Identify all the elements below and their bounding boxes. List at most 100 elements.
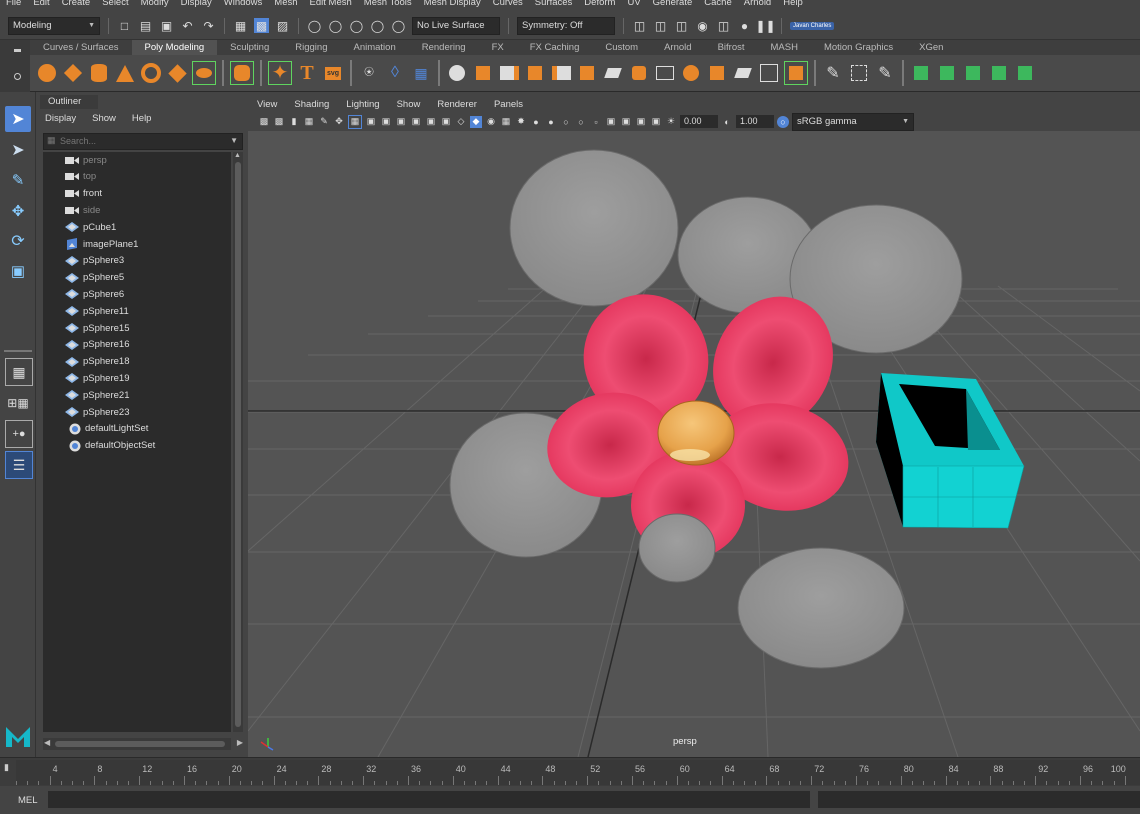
select-tool-icon[interactable]: ➤	[5, 106, 31, 132]
xray-icon[interactable]: ▣	[620, 116, 632, 128]
pause-icon[interactable]: ❚❚	[755, 18, 775, 33]
shelf-tab-arnold[interactable]: Arnold	[651, 40, 704, 55]
sphere-disc-front-right[interactable]	[737, 547, 905, 669]
menu-windows[interactable]: Windows	[218, 0, 269, 8]
bevel-icon[interactable]	[524, 62, 546, 84]
outliner-menu-help[interactable]: Help	[124, 112, 160, 126]
extrude-icon[interactable]	[472, 62, 494, 84]
uv-planar-icon[interactable]	[910, 62, 932, 84]
menu-create[interactable]: Create	[56, 0, 97, 8]
arnold-render-icon[interactable]: ●	[737, 18, 752, 33]
select-component-icon[interactable]: ▨	[275, 18, 290, 33]
scrollbar-thumb[interactable]	[235, 162, 241, 727]
ipr-render-icon[interactable]: ◫	[653, 18, 668, 33]
hypershade-icon[interactable]: ◉	[695, 18, 710, 33]
shelf-tab-rigging[interactable]: Rigging	[282, 40, 340, 55]
render-icon[interactable]: ◫	[632, 18, 647, 33]
xray-joints-icon[interactable]: ▣	[635, 116, 647, 128]
menu-mesh-tools[interactable]: Mesh Tools	[358, 0, 418, 8]
menu-uv[interactable]: UV	[621, 0, 646, 8]
menu-cache[interactable]: Cache	[698, 0, 737, 8]
menu-mesh-display[interactable]: Mesh Display	[418, 0, 487, 8]
outliner-title-tab[interactable]: Outliner	[40, 95, 98, 109]
poly-sphere-icon[interactable]	[36, 62, 58, 84]
outliner-vertical-scrollbar[interactable]: ▲	[233, 152, 243, 732]
wireframe-on-shaded-icon[interactable]: ◉	[485, 116, 497, 128]
shelf-tab-motion-graphics[interactable]: Motion Graphics	[811, 40, 906, 55]
smooth-shade-icon[interactable]: ◆	[470, 115, 482, 128]
outliner-item-pcube1[interactable]: pCube1	[65, 219, 116, 235]
menu-file[interactable]: File	[0, 0, 27, 8]
xray-components-icon[interactable]: ▣	[650, 116, 662, 128]
snap-grid-icon[interactable]: ◯	[307, 18, 322, 33]
connect-icon[interactable]	[732, 62, 754, 84]
pcube-model[interactable]	[876, 373, 1025, 529]
rotate-tool-icon[interactable]: ⟳	[5, 228, 31, 254]
outliner-item-psphere18[interactable]: pSphere18	[65, 354, 129, 370]
menu-mesh[interactable]: Mesh	[268, 0, 303, 8]
screen-space-ao-icon[interactable]: ●	[545, 116, 557, 128]
smooth-icon[interactable]: ▦	[410, 62, 432, 84]
mel-language-toggle[interactable]: MEL	[18, 795, 38, 806]
slide-edge-icon[interactable]	[848, 62, 870, 84]
outliner-item-side[interactable]: side	[65, 202, 100, 218]
save-scene-icon[interactable]: ▣	[159, 18, 174, 33]
render-view-icon[interactable]: ◫	[716, 18, 731, 33]
outliner-item-psphere6[interactable]: pSphere6	[65, 286, 124, 302]
sphere-disc-small-front[interactable]	[638, 513, 716, 583]
shelf-tab-rendering[interactable]: Rendering	[409, 40, 479, 55]
menu-modify[interactable]: Modify	[135, 0, 175, 8]
chevron-down-icon[interactable]: ▼	[230, 136, 238, 145]
uv-editor-icon[interactable]	[1014, 62, 1036, 84]
redo-icon[interactable]: ↷	[201, 18, 216, 33]
shelf-tab-animation[interactable]: Animation	[340, 40, 408, 55]
scroll-right-icon[interactable]: ▶	[237, 738, 243, 747]
poly-disc-icon[interactable]	[192, 61, 216, 85]
snap-point-icon[interactable]: ◯	[349, 18, 364, 33]
scrollbar-thumb[interactable]	[55, 741, 225, 747]
snap-view-icon[interactable]: ◯	[370, 18, 385, 33]
motion-blur-icon[interactable]: ○	[560, 116, 572, 128]
svg-tool-icon[interactable]: svg	[322, 62, 344, 84]
outliner-item-psphere23[interactable]: pSphere23	[65, 404, 129, 420]
platonic-solid-icon[interactable]	[230, 61, 254, 85]
safe-action-icon[interactable]: ▣	[425, 116, 437, 128]
panel-menu-show[interactable]: Show	[388, 97, 429, 112]
collapse-icon[interactable]	[654, 62, 676, 84]
four-pane-layout-icon[interactable]: ⊞▦	[5, 390, 31, 416]
outliner-item-psphere3[interactable]: pSphere3	[65, 253, 124, 269]
current-time-marker[interactable]: ▮	[4, 762, 12, 782]
scroll-up-icon[interactable]: ▲	[234, 152, 241, 159]
menu-display[interactable]: Display	[175, 0, 218, 8]
wireframe-icon[interactable]: ◇	[455, 116, 467, 128]
view-transform-dropdown[interactable]: sRGB gamma ▼	[792, 112, 914, 131]
panel-menu-lighting[interactable]: Lighting	[337, 97, 387, 112]
render-settings-icon[interactable]: ◫	[674, 18, 689, 33]
outliner-item-persp[interactable]: persp	[65, 152, 107, 168]
shelf-tab-sculpting[interactable]: Sculpting	[217, 40, 282, 55]
menu-generate[interactable]: Generate	[647, 0, 699, 8]
outliner-item-imageplane1[interactable]: imagePlane1	[65, 236, 138, 252]
menu-surfaces[interactable]: Surfaces	[529, 0, 579, 8]
select-camera-icon[interactable]: ▩	[258, 116, 270, 128]
panel-menu-shading[interactable]: Shading	[285, 97, 337, 112]
safe-title-icon[interactable]: ▣	[440, 116, 452, 128]
menu-edit-mesh[interactable]: Edit Mesh	[304, 0, 358, 8]
shelf-menu-icon[interactable]	[14, 49, 21, 52]
outliner-menu-show[interactable]: Show	[84, 112, 124, 126]
paint-select-icon[interactable]: ✎	[874, 62, 896, 84]
poly-cone-icon[interactable]	[114, 62, 136, 84]
user-account-button[interactable]: Javan Charles	[790, 21, 835, 30]
outliner-item-defaultobjectset[interactable]: defaultObjectSet	[69, 438, 155, 454]
shelf-tab-mash[interactable]: MASH	[758, 40, 811, 55]
exposure-field[interactable]: 0.00	[680, 115, 718, 128]
lasso-tool-icon[interactable]: ➤	[5, 137, 31, 163]
symmetry-dropdown[interactable]: Symmetry: Off	[517, 16, 615, 35]
viewport-persp[interactable]: persp	[248, 131, 1140, 757]
outliner-menu-display[interactable]: Display	[37, 112, 84, 126]
live-surface-dropdown[interactable]: No Live Surface	[412, 16, 500, 35]
poly-torus-icon[interactable]	[140, 62, 162, 84]
2d-pan-zoom-icon[interactable]: ✥	[333, 116, 345, 128]
outliner-item-psphere19[interactable]: pSphere19	[65, 370, 129, 386]
bridge-icon[interactable]	[498, 62, 520, 84]
